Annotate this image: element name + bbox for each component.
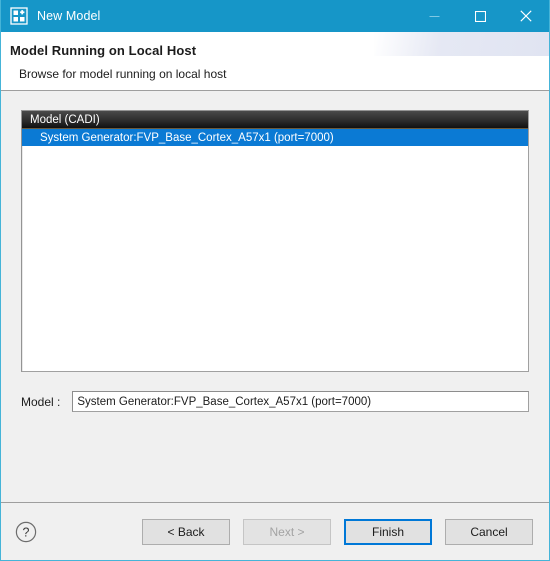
maximize-button[interactable]: [457, 0, 503, 32]
window-controls: [411, 0, 549, 32]
new-model-icon: [10, 7, 28, 25]
model-list-header: Model (CADI): [22, 111, 528, 129]
maximize-icon: [474, 10, 486, 22]
dialog-footer: ? < Back Next > Finish Cancel: [1, 502, 549, 560]
page-description: Browse for model running on local host: [19, 67, 227, 81]
minimize-button[interactable]: [411, 0, 457, 32]
wizard-buttons: < Back Next > Finish Cancel: [142, 518, 533, 545]
back-button[interactable]: < Back: [142, 518, 230, 545]
window-title: New Model: [37, 9, 101, 23]
table-row[interactable]: System Generator:FVP_Base_Cortex_A57x1 (…: [22, 129, 528, 146]
column-header-model[interactable]: Model (CADI): [22, 114, 100, 126]
wizard-header: Model Running on Local Host Browse for m…: [1, 32, 549, 91]
model-field-label: Model :: [21, 394, 61, 409]
svg-text:?: ?: [23, 525, 30, 539]
close-button[interactable]: [503, 0, 549, 32]
model-input[interactable]: [72, 391, 529, 412]
title-bar: New Model: [1, 0, 549, 32]
model-row-label: System Generator:FVP_Base_Cortex_A57x1 (…: [40, 131, 334, 144]
next-button: Next >: [243, 518, 331, 545]
cancel-button[interactable]: Cancel: [445, 518, 533, 545]
minimize-icon: [429, 15, 439, 17]
model-field-row: Model :: [21, 391, 529, 412]
finish-button[interactable]: Finish: [344, 518, 432, 545]
help-circle-icon[interactable]: ?: [15, 521, 37, 543]
model-list[interactable]: Model (CADI) System Generator:FVP_Base_C…: [21, 110, 529, 372]
close-icon: [520, 10, 532, 22]
page-title: Model Running on Local Host: [10, 43, 197, 58]
dialog-body: Model (CADI) System Generator:FVP_Base_C…: [1, 91, 549, 502]
new-model-dialog: New Model Model Running on Local Host Br…: [0, 0, 550, 561]
